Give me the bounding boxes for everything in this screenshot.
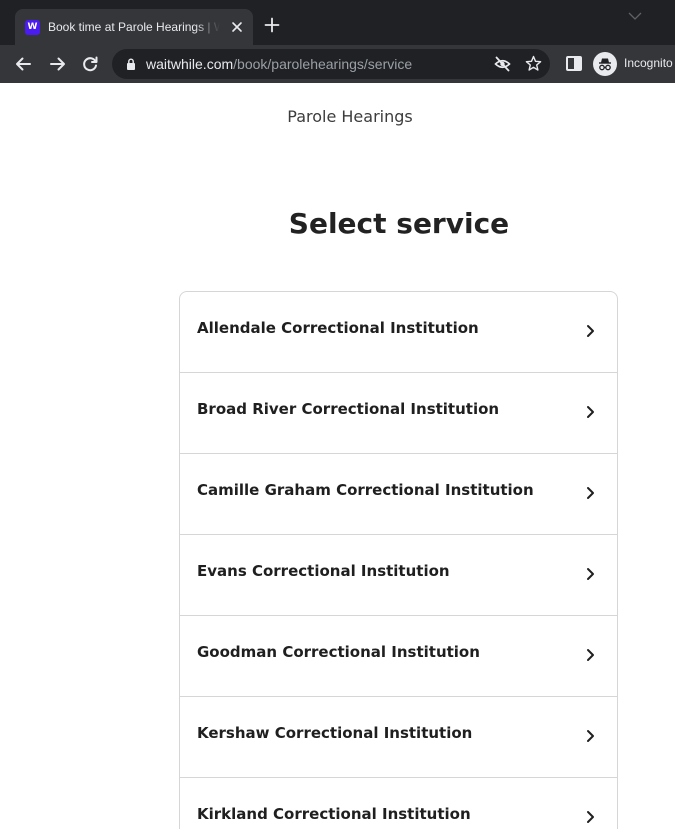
service-item-broad-river[interactable]: Broad River Correctional Institution [180, 373, 617, 454]
service-name: Allendale Correctional Institution [197, 319, 479, 337]
service-item-goodman[interactable]: Goodman Correctional Institution [180, 616, 617, 697]
service-name: Kershaw Correctional Institution [197, 724, 473, 742]
lock-icon[interactable] [126, 58, 136, 70]
browser-tab[interactable]: W Book time at Parole Hearings | Waitwhi… [15, 9, 253, 45]
url-text[interactable]: waitwhile.com/book/parolehearings/servic… [146, 56, 412, 73]
service-name: Broad River Correctional Institution [197, 400, 500, 418]
address-bar[interactable]: waitwhile.com/book/parolehearings/servic… [112, 49, 550, 79]
chevron-right-icon [587, 406, 594, 418]
service-item-allendale[interactable]: Allendale Correctional Institution [180, 292, 617, 373]
chevron-right-icon [587, 325, 594, 337]
star-icon[interactable] [525, 55, 542, 72]
service-name: Kirkland Correctional Institution [197, 805, 471, 823]
close-icon[interactable] [229, 19, 245, 35]
org-name: Parole Hearings [287, 107, 413, 126]
tab-title: Book time at Parole Hearings | Waitwhile [48, 20, 220, 34]
side-panel-icon[interactable] [566, 56, 582, 71]
chevron-right-icon [587, 568, 594, 580]
chevron-right-icon [587, 649, 594, 661]
chevron-right-icon [587, 487, 594, 499]
arrow-left-icon[interactable] [14, 55, 32, 73]
service-item-kirkland[interactable]: Kirkland Correctional Institution [180, 778, 617, 829]
reload-icon[interactable] [81, 55, 99, 73]
page-content: Parole Hearings Select service Allendale… [0, 83, 675, 829]
incognito-label: Incognito [624, 56, 673, 70]
service-item-evans[interactable]: Evans Correctional Institution [180, 535, 617, 616]
service-name: Evans Correctional Institution [197, 562, 450, 580]
tab-strip: W Book time at Parole Hearings | Waitwhi… [0, 0, 675, 45]
url-host: waitwhile.com [146, 56, 234, 72]
url-path: /book/parolehearings/service [233, 56, 413, 72]
plus-icon[interactable] [264, 17, 280, 33]
service-name: Camille Graham Correctional Institution [197, 481, 534, 499]
service-item-camille-graham[interactable]: Camille Graham Correctional Institution [180, 454, 617, 535]
page-title: Select service [288, 207, 510, 240]
arrow-right-icon[interactable] [49, 55, 67, 73]
eye-off-icon[interactable] [494, 56, 511, 72]
chevron-down-icon[interactable] [628, 11, 642, 21]
service-item-kershaw[interactable]: Kershaw Correctional Institution [180, 697, 617, 778]
waitwhile-favicon-icon: W [25, 20, 40, 35]
chevron-right-icon [587, 730, 594, 742]
browser-toolbar: waitwhile.com/book/parolehearings/servic… [0, 45, 675, 83]
chevron-right-icon [587, 811, 594, 823]
service-name: Goodman Correctional Institution [197, 643, 480, 661]
incognito-icon[interactable] [593, 52, 617, 76]
service-list: Allendale Correctional Institution Broad… [179, 291, 618, 829]
